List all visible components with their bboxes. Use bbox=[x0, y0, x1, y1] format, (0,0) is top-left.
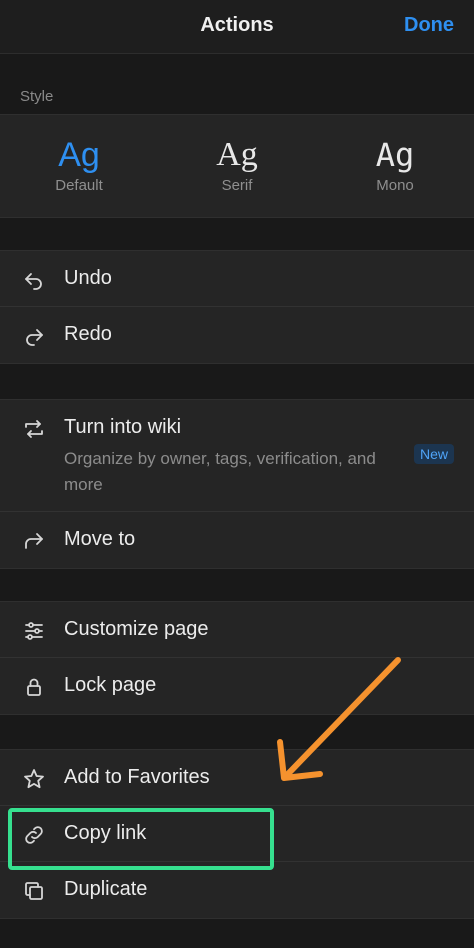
copy-link-highlight-box bbox=[8, 808, 274, 870]
page-title: Actions bbox=[200, 14, 274, 36]
done-button[interactable]: Done bbox=[404, 14, 454, 37]
redo-label: Redo bbox=[64, 323, 112, 345]
duplicate-row[interactable]: Duplicate bbox=[0, 862, 474, 918]
annotation-arrow-icon bbox=[277, 657, 401, 781]
turn-into-wiki-label: Turn into wiki bbox=[64, 416, 182, 438]
style-option-serif[interactable]: Ag Serif bbox=[177, 135, 297, 194]
undo-row[interactable]: Undo bbox=[0, 251, 474, 307]
move-to-label: Move to bbox=[64, 528, 136, 550]
new-badge: New bbox=[413, 444, 454, 464]
duplicate-label: Duplicate bbox=[64, 878, 148, 900]
style-mono-glyph: Ag bbox=[375, 136, 415, 174]
move-to-row[interactable]: Move to bbox=[0, 512, 474, 568]
undo-icon bbox=[22, 268, 46, 292]
redo-icon bbox=[22, 324, 46, 348]
style-option-mono[interactable]: Ag Mono bbox=[335, 135, 455, 194]
header-bar: Actions Done bbox=[0, 0, 474, 54]
sliders-icon bbox=[22, 619, 46, 643]
redo-row[interactable]: Redo bbox=[0, 307, 474, 363]
turn-into-wiki-row[interactable]: Turn into wiki Organize by owner, tags, … bbox=[0, 400, 474, 512]
style-section-label: Style bbox=[20, 88, 54, 105]
add-to-favorites-label: Add to Favorites bbox=[64, 766, 210, 788]
style-default-glyph: Ag bbox=[58, 136, 100, 174]
convert-icon bbox=[22, 417, 46, 441]
style-picker: Ag Default Ag Serif Ag Mono bbox=[0, 114, 474, 218]
style-serif-label: Serif bbox=[221, 177, 253, 194]
customize-page-label: Customize page bbox=[64, 618, 209, 640]
style-default-label: Default bbox=[55, 177, 103, 194]
duplicate-icon bbox=[22, 879, 46, 903]
turn-into-wiki-subtitle: Organize by owner, tags, verification, a… bbox=[64, 449, 376, 494]
lock-icon bbox=[22, 675, 46, 699]
history-group: Undo Redo bbox=[0, 250, 474, 364]
lock-page-label: Lock page bbox=[64, 674, 157, 696]
style-mono-label: Mono bbox=[376, 177, 414, 194]
style-serif-glyph: Ag bbox=[216, 136, 258, 173]
undo-label: Undo bbox=[64, 267, 112, 289]
move-arrow-icon bbox=[22, 529, 46, 553]
wiki-group: Turn into wiki Organize by owner, tags, … bbox=[0, 399, 474, 569]
star-icon bbox=[22, 767, 46, 791]
style-option-default[interactable]: Ag Default bbox=[19, 135, 139, 194]
